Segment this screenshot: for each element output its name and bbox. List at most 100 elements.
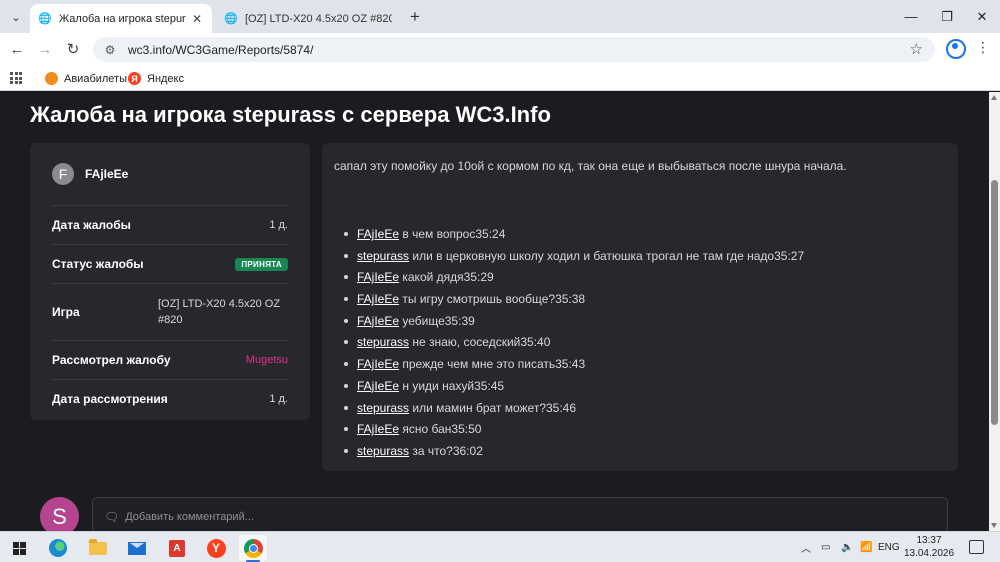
- avatar[interactable]: S: [40, 497, 79, 531]
- reload-button[interactable]: ↻: [62, 38, 84, 60]
- chat-nick-link[interactable]: stepurass: [357, 335, 409, 349]
- chat-text: ясно бан35:50: [399, 422, 482, 437]
- minimize-button[interactable]: —: [893, 0, 929, 33]
- info-row-status: Статус жалобы ПРИНЯТА: [52, 244, 288, 283]
- taskbar-chrome[interactable]: [239, 535, 267, 561]
- network-icon[interactable]: 📶: [860, 532, 872, 562]
- window-close-button[interactable]: ✕: [964, 0, 1000, 33]
- info-row-reviewer: Рассмотрел жалобу Mugetsu: [52, 340, 288, 379]
- tab-inactive[interactable]: 🌐 [OZ] LTD-X20 4.5x20 OZ #820 -: [216, 4, 400, 33]
- site-info-icon[interactable]: ⚙: [102, 43, 118, 57]
- info-value: 1 д.: [269, 393, 288, 405]
- close-icon[interactable]: ✕: [190, 12, 204, 26]
- taskbar: A Y ︿ ▭ 🔈 📶 ENG 13:37 13.04.2026: [0, 531, 1000, 562]
- chat-line: FAjIeEe н уиди нахуй35:45: [344, 377, 946, 399]
- new-tab-button[interactable]: +: [404, 6, 426, 28]
- info-label: Рассмотрел жалобу: [52, 353, 171, 367]
- report-info-card: F FAjIeEe Дата жалобы 1 д. Статус жалобы…: [30, 143, 310, 420]
- chat-nick-link[interactable]: FAjIeEe: [357, 270, 399, 284]
- tab-title: [OZ] LTD-X20 4.5x20 OZ #820 -: [245, 12, 392, 25]
- globe-icon: 🌐: [38, 13, 52, 25]
- apps-grid-icon[interactable]: [10, 72, 22, 84]
- taskbar-yandex[interactable]: Y: [202, 535, 230, 561]
- chat-line: FAjIeEe ты игру смотришь вообще?35:38: [344, 290, 946, 312]
- chat-line: FAjIeEe ясно бан35:50: [344, 420, 946, 442]
- notification-icon[interactable]: [969, 540, 984, 554]
- chat-text: в чем вопрос35:24: [399, 227, 506, 241]
- chat-text: какой дядя35:29: [399, 270, 494, 285]
- tab-active[interactable]: 🌐 Жалоба на игрока stepurass с ✕: [30, 4, 212, 33]
- info-value: 1 д.: [269, 219, 288, 231]
- scroll-up-arrow-icon[interactable]: [991, 95, 997, 100]
- chat-line: stepurass или в церковную школу ходил и …: [344, 247, 946, 269]
- taskbar-edge[interactable]: [44, 535, 72, 561]
- chat-text: или мамин брат может?35:46: [409, 400, 577, 415]
- scrollbar-thumb[interactable]: [991, 180, 998, 425]
- maximize-button[interactable]: ❐: [929, 0, 965, 33]
- folder-icon: [89, 538, 107, 555]
- volume-icon[interactable]: 🔈: [841, 532, 853, 562]
- chat-nick-link[interactable]: FAjIeEe: [357, 314, 399, 328]
- scroll-down-arrow-icon[interactable]: [991, 523, 997, 528]
- language-indicator[interactable]: ENG: [878, 532, 900, 562]
- chat-log: FAjIeEe в чем вопрос35:24 stepurass или …: [344, 225, 946, 464]
- taskbar-mail[interactable]: [123, 535, 151, 561]
- system-clock[interactable]: 13:37 13.04.2026: [900, 534, 958, 560]
- comment-input[interactable]: 🗨 Добавить комментарий...: [92, 497, 948, 531]
- url-text[interactable]: wc3.info/WC3Game/Reports/5874/: [128, 43, 313, 57]
- chat-nick-link[interactable]: FAjIeEe: [357, 357, 399, 371]
- author-name[interactable]: FAjIeEe: [85, 167, 128, 181]
- start-button[interactable]: [5, 535, 33, 561]
- chat-nick-link[interactable]: FAjIeEe: [357, 379, 399, 393]
- tray-overflow-icon[interactable]: ︿: [801, 532, 811, 562]
- chat-nick-link[interactable]: stepurass: [357, 249, 409, 263]
- info-row-review-date: Дата рассмотрения 1 д.: [52, 379, 288, 418]
- bookmarks-bar: Авиабилеты Я Яндекс: [0, 65, 1000, 91]
- info-label: Дата рассмотрения: [52, 392, 168, 406]
- back-button[interactable]: ←: [6, 38, 28, 60]
- chat-nick-link[interactable]: FAjIeEe: [357, 227, 399, 241]
- yandex-browser-icon: Y: [206, 538, 226, 558]
- chat-line: FAjIeEe в чем вопрос35:24: [344, 225, 946, 247]
- page-title: Жалоба на игрока stepurass с сервера WC3…: [30, 102, 551, 127]
- tab-search-button[interactable]: ⌄: [5, 6, 27, 28]
- bookmark-yandex[interactable]: Я Яндекс: [128, 70, 184, 87]
- chat-nick-link[interactable]: stepurass: [357, 444, 409, 458]
- chat-line: stepurass за что?36:02: [344, 442, 946, 464]
- taskbar-explorer[interactable]: [84, 535, 112, 561]
- chat-text: уебище35:39: [399, 313, 475, 328]
- chat-nick-link[interactable]: FAjIeEe: [357, 422, 399, 436]
- report-message-card: сапал эту помойку до 10ой с кормом по кд…: [322, 143, 958, 471]
- page-scrollbar[interactable]: [989, 92, 1000, 531]
- chrome-icon: [243, 538, 263, 558]
- bookmark-aviabilety[interactable]: Авиабилеты: [45, 70, 127, 87]
- chat-nick-link[interactable]: stepurass: [357, 401, 409, 415]
- acrobat-icon: A: [169, 539, 185, 557]
- info-label: Игра: [52, 305, 80, 319]
- bookmark-star-icon[interactable]: ☆: [910, 40, 923, 58]
- chat-text: ты игру смотришь вообще?35:38: [399, 292, 586, 307]
- globe-icon: 🌐: [224, 13, 238, 25]
- report-author: F FAjIeEe: [52, 143, 288, 205]
- profile-icon[interactable]: [946, 39, 966, 59]
- game-link[interactable]: [OZ] LTD-X20 4.5x20 OZ #820: [158, 296, 288, 328]
- taskbar-acrobat[interactable]: A: [163, 535, 191, 561]
- chat-line: stepurass или мамин брат может?35:46: [344, 399, 946, 421]
- info-label: Статус жалобы: [52, 257, 144, 271]
- bookmark-label: Авиабилеты: [64, 72, 128, 85]
- chat-text: или в церковную школу ходил и батюшка тр…: [409, 248, 805, 263]
- menu-icon[interactable]: ⋮: [975, 39, 991, 59]
- forward-button[interactable]: →: [34, 38, 56, 60]
- battery-icon[interactable]: ▭: [821, 532, 830, 562]
- address-bar[interactable]: ⚙ wc3.info/WC3Game/Reports/5874/ ☆: [93, 37, 935, 62]
- clock-time: 13:37: [916, 535, 942, 546]
- avatar[interactable]: F: [52, 163, 74, 185]
- chat-text: прежде чем мне это писать35:43: [399, 357, 586, 372]
- status-badge: ПРИНЯТА: [235, 257, 288, 271]
- report-message: сапал эту помойку до 10ой с кормом по кд…: [334, 159, 847, 173]
- chat-line: FAjIeEe какой дядя35:29: [344, 268, 946, 290]
- chat-nick-link[interactable]: FAjIeEe: [357, 292, 399, 306]
- clock-date: 13.04.2026: [903, 548, 955, 559]
- mail-icon: [128, 541, 146, 555]
- reviewer-link[interactable]: Mugetsu: [246, 354, 288, 366]
